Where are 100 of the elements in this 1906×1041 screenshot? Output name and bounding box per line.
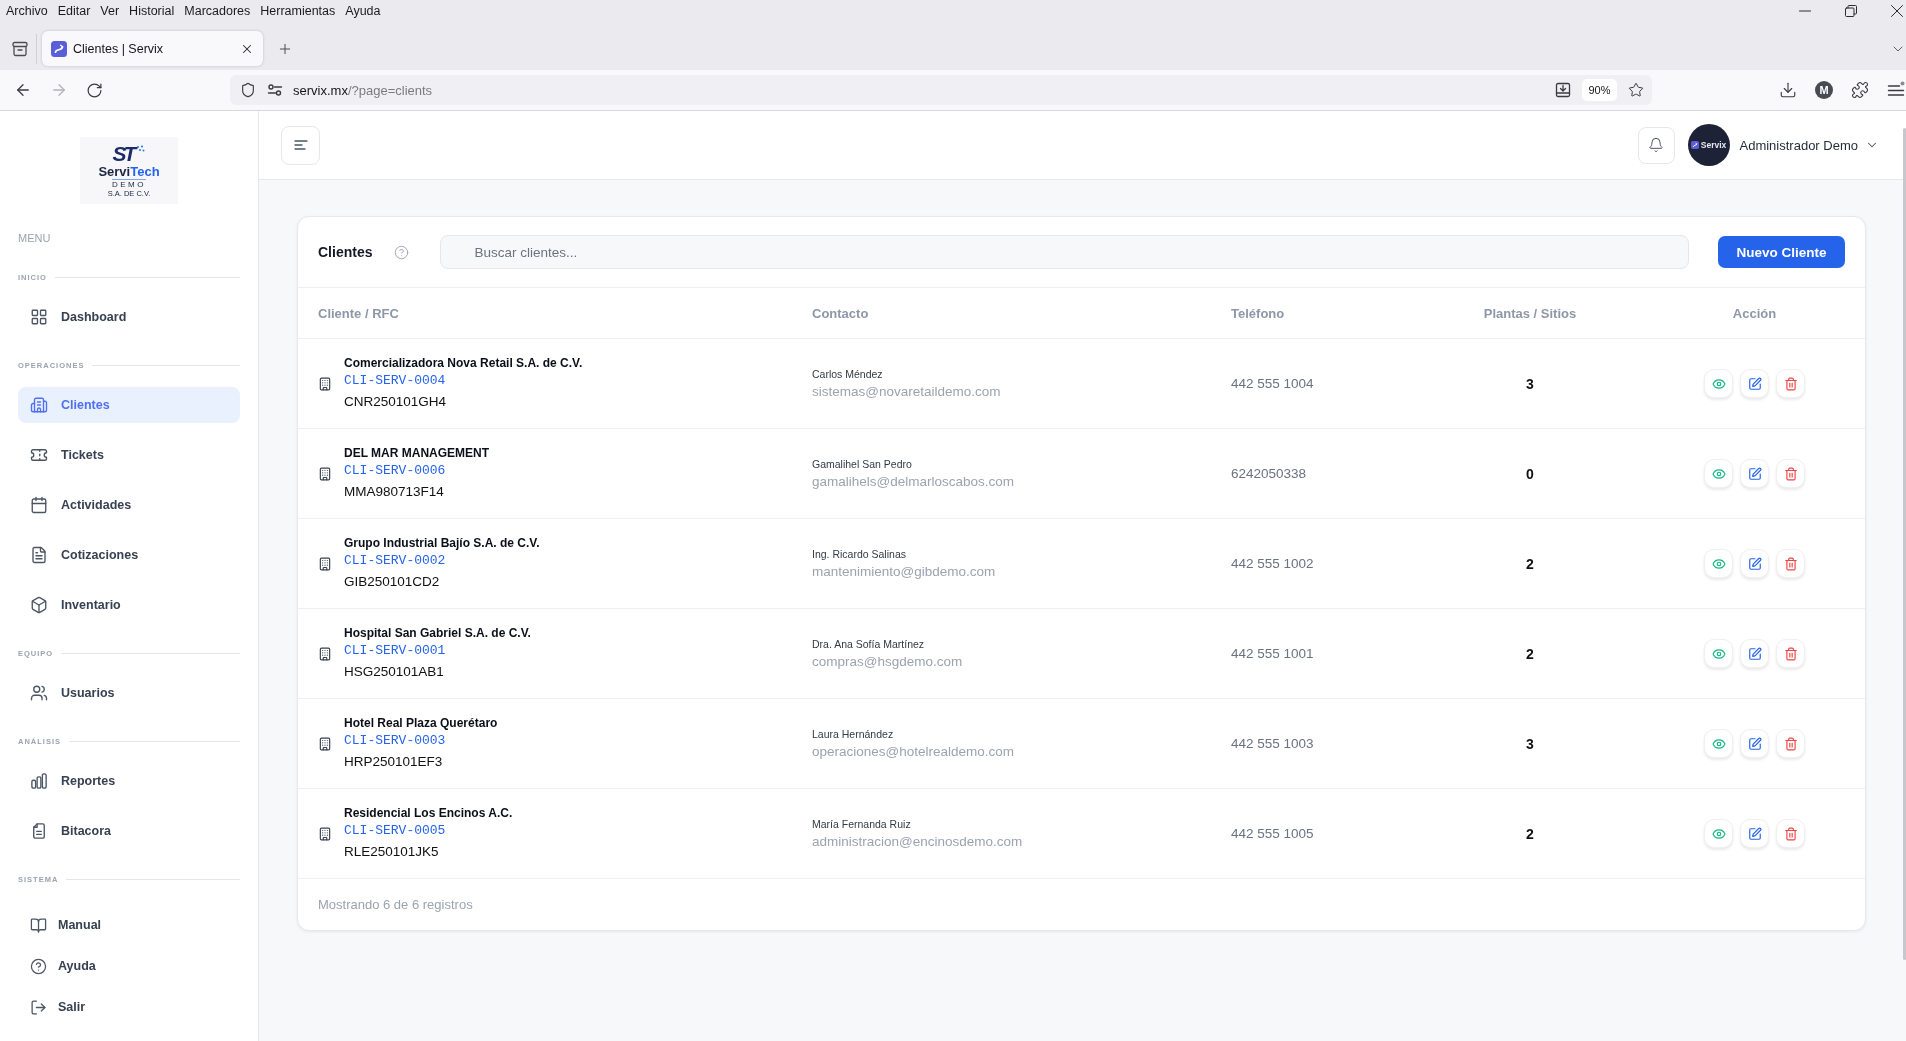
sidebar-item[interactable]: Clientes (18, 387, 240, 423)
bar-chart-icon (30, 772, 48, 790)
building-icon (318, 646, 332, 661)
sidebar-item[interactable]: Dashboard (18, 299, 240, 335)
menu-item[interactable]: Historial (124, 1, 180, 21)
building-icon (318, 466, 332, 481)
help-icon (30, 957, 47, 975)
eye-icon (1711, 736, 1726, 751)
help-icon[interactable] (394, 244, 410, 260)
zoom-level-button[interactable]: 90% (1582, 79, 1617, 101)
puzzle-icon[interactable] (1851, 81, 1869, 99)
sidebar-toggle-button[interactable] (281, 125, 320, 165)
contact-email: administracion@encinosdemo.com (812, 833, 1024, 851)
view-button[interactable] (1704, 819, 1733, 848)
view-button[interactable] (1704, 549, 1733, 578)
edit-button[interactable] (1740, 369, 1769, 398)
cube-icon (30, 596, 48, 614)
menu-item[interactable]: Archivo (1, 1, 53, 21)
building-icon (318, 376, 332, 391)
sidebar-item[interactable]: Inventario (18, 587, 240, 623)
account-avatar[interactable]: M (1815, 81, 1833, 99)
edit-button[interactable] (1740, 819, 1769, 848)
sidebar-item[interactable]: Bitacora (18, 813, 240, 849)
client-code: CLI-SERV-0006 (344, 461, 447, 480)
client-name: Hotel Real Plaza Querétaro (344, 714, 498, 732)
contact-email: operaciones@hotelrealdemo.com (812, 743, 1016, 761)
view-button[interactable] (1704, 459, 1733, 488)
restore-icon[interactable] (1845, 5, 1857, 17)
delete-button[interactable] (1776, 459, 1805, 488)
delete-button[interactable] (1776, 729, 1805, 758)
view-button[interactable] (1704, 639, 1733, 668)
edit-button[interactable] (1740, 729, 1769, 758)
delete-button[interactable] (1776, 549, 1805, 578)
client-rfc: GIB250101CD2 (344, 572, 441, 591)
reload-icon[interactable] (86, 81, 103, 99)
close-icon[interactable] (1891, 5, 1903, 17)
contact-name: Laura Hernández (812, 727, 895, 742)
book-icon (30, 916, 47, 934)
edit-button[interactable] (1740, 639, 1769, 668)
logo-icon (1690, 141, 1699, 149)
phone-number: 442 555 1005 (1231, 826, 1315, 841)
menu-item[interactable]: Editar (52, 1, 96, 21)
url-text[interactable]: servix.mx/?page=clients (293, 82, 433, 98)
column-header: Plantas / Sitios (1483, 305, 1577, 321)
client-name: Grupo Industrial Bajío S.A. de C.V. (344, 534, 540, 552)
users-icon (30, 684, 48, 702)
phone-number: 442 555 1004 (1231, 376, 1315, 391)
view-button[interactable] (1704, 369, 1733, 398)
client-name: Residencial Los Encinos A.C. (344, 804, 513, 822)
client-code: CLI-SERV-0002 (344, 551, 447, 570)
view-button[interactable] (1704, 729, 1733, 758)
delete-button[interactable] (1776, 819, 1805, 848)
card-title: Clientes (318, 244, 373, 260)
sidebar-item[interactable]: Usuarios (18, 675, 240, 711)
menu-item[interactable]: Ayuda (340, 1, 386, 21)
sidebar-item[interactable]: Tickets (18, 437, 240, 473)
tray-download-icon[interactable] (1555, 82, 1571, 98)
menu-item[interactable]: Marcadores (179, 1, 256, 21)
sidebar-item[interactable]: Manual (18, 907, 240, 943)
phone-number: 442 555 1002 (1231, 556, 1315, 571)
sliders-icon[interactable] (267, 82, 283, 98)
menu-item[interactable]: Herramientas (255, 1, 341, 21)
client-code: CLI-SERV-0003 (344, 731, 447, 750)
archive-box-icon[interactable] (12, 40, 28, 57)
client-code: CLI-SERV-0005 (344, 821, 447, 840)
shield-icon[interactable] (240, 82, 256, 98)
sidebar-item[interactable]: Actividades (18, 487, 240, 523)
contact-email: compras@hsgdemo.com (812, 653, 964, 671)
edit-button[interactable] (1740, 459, 1769, 488)
address-bar[interactable]: servix.mx/?page=clients 90% (230, 75, 1652, 105)
user-menu-button[interactable]: Administrador Demo (1739, 137, 1879, 153)
download-icon[interactable] (1779, 81, 1797, 99)
sites-count: 0 (1526, 465, 1534, 482)
menu-item[interactable]: Ver (95, 1, 125, 21)
sidebar-item[interactable]: Salir (18, 989, 240, 1025)
star-icon[interactable] (1628, 82, 1644, 98)
search-field[interactable]: Buscar clientes... (440, 235, 1689, 269)
client-rfc: HSG250101AB1 (344, 662, 445, 681)
phone-number: 6242050338 (1231, 466, 1308, 481)
sidebar-item[interactable]: Cotizaciones (18, 537, 240, 573)
new-client-button[interactable]: Nuevo Cliente (1718, 236, 1845, 268)
sites-count: 2 (1526, 555, 1534, 572)
trash-icon (1783, 736, 1798, 751)
avatar-label: Servix (1700, 140, 1727, 150)
sites-count: 2 (1526, 825, 1534, 842)
browser-tab[interactable]: Clientes | Servix (42, 31, 263, 66)
delete-button[interactable] (1776, 369, 1805, 398)
notifications-button[interactable] (1637, 126, 1675, 164)
trash-icon (1783, 646, 1798, 661)
building-icon (318, 826, 332, 841)
scrollbar-thumb[interactable] (1903, 128, 1906, 960)
menu-icon[interactable] (1887, 81, 1905, 99)
contact-name: Ing. Ricardo Salinas (812, 547, 907, 562)
sidebar-item[interactable]: Reportes (18, 763, 240, 799)
edit-button[interactable] (1740, 549, 1769, 578)
pencil-icon (1747, 736, 1762, 751)
sites-count: 3 (1526, 375, 1534, 392)
delete-button[interactable] (1776, 639, 1805, 668)
document-icon (30, 822, 48, 840)
sidebar-item[interactable]: Ayuda (18, 948, 240, 984)
